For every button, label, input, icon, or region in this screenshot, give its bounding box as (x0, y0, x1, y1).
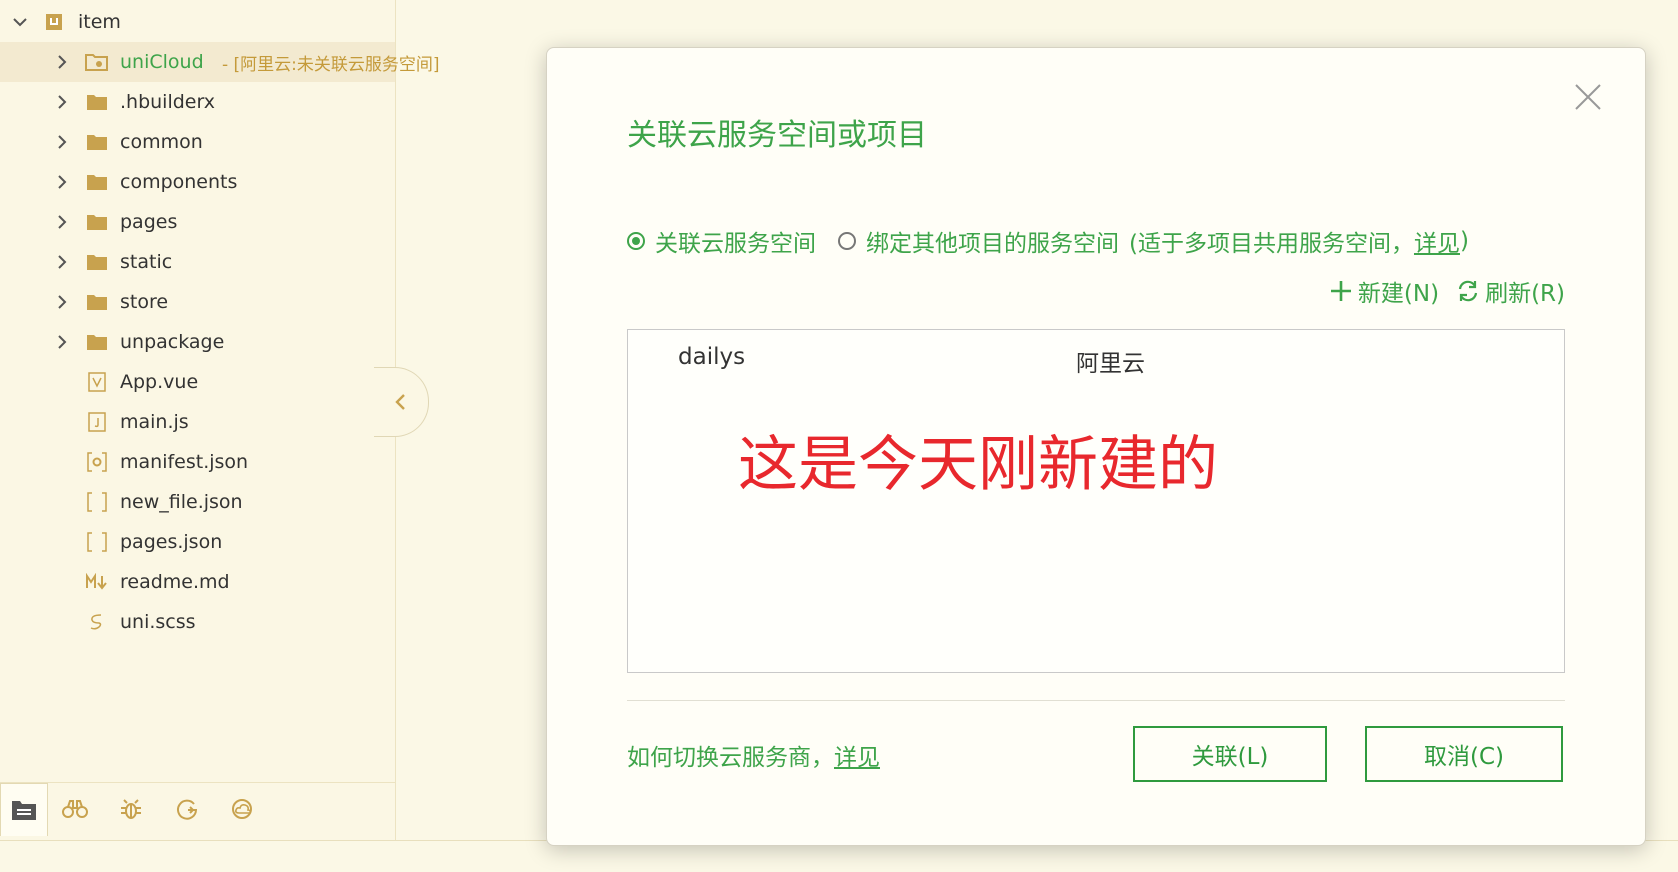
tree-folder-item[interactable]: .hbuilderx (0, 82, 395, 122)
tree-folder-item[interactable]: unpackage (0, 322, 395, 362)
space-name: dailys (678, 344, 746, 370)
chevron-right-icon[interactable] (48, 122, 76, 162)
tree-folder-item[interactable]: store (0, 282, 395, 322)
chevron-right-icon[interactable] (48, 82, 76, 122)
tree-item-label: uniCloud (120, 51, 204, 73)
tree-root-label: item (78, 11, 121, 33)
tree-folder-label: static (120, 251, 173, 273)
sidebar-bottom-toolbar (0, 782, 395, 841)
folder-icon (85, 282, 109, 322)
tree-file-label: readme.md (120, 571, 230, 593)
folder-icon (85, 242, 109, 282)
new-space-button[interactable]: 新建(N) (1330, 274, 1439, 308)
chevron-right-icon[interactable] (48, 242, 76, 282)
project-explorer: item uniCloud - [阿里云:未关联云服务空间] .hbuilder… (0, 0, 440, 841)
switch-provider-details-link[interactable]: 详见 (834, 745, 880, 771)
tree-file-label: uni.scss (120, 611, 196, 633)
tree-folder-label: .hbuilderx (120, 91, 216, 113)
chevron-left-icon (395, 394, 405, 410)
folder-icon (85, 202, 109, 242)
tree-folder-item[interactable]: components (0, 162, 395, 202)
tree-file-label: pages.json (120, 531, 223, 553)
js-file-icon (85, 402, 109, 442)
binoculars-icon[interactable] (52, 783, 98, 835)
bug-icon[interactable] (108, 783, 154, 835)
cloud-icon[interactable] (220, 783, 266, 835)
json-file-icon (85, 482, 109, 522)
tree-file-label: App.vue (120, 371, 199, 393)
radio-hint: (适于多项目共用服务空间， (1129, 231, 1414, 257)
dialog-title: 关联云服务空间或项目 (627, 118, 927, 153)
link-mode-radio-group: 关联云服务空间 绑定其他项目的服务空间 (适于多项目共用服务空间， 详见 ) (627, 224, 1469, 258)
tree-file-item[interactable]: main.js (0, 402, 395, 442)
folder-icon (85, 322, 109, 362)
tree-folder-label: pages (120, 211, 178, 233)
project-manager-icon[interactable] (0, 783, 48, 836)
tree-file-label: manifest.json (120, 451, 249, 473)
plus-icon (1330, 281, 1351, 301)
chevron-down-icon[interactable] (6, 2, 34, 42)
refresh-label: 刷新(R) (1485, 281, 1565, 307)
scss-file-icon (85, 602, 109, 642)
tree-folder-item[interactable]: static (0, 242, 395, 282)
tree-folder-label: unpackage (120, 331, 225, 353)
tree-item-unicloud[interactable]: uniCloud - [阿里云:未关联云服务空间] (0, 42, 440, 82)
refresh-button[interactable]: 刷新(R) (1457, 274, 1565, 308)
vue-file-icon (85, 362, 109, 402)
tree-folder-item[interactable]: common (0, 122, 395, 162)
tree-folder-label: store (120, 291, 169, 313)
chevron-right-icon[interactable] (48, 162, 76, 202)
run-icon[interactable] (164, 783, 210, 835)
tree-file-item[interactable]: pages.json (0, 522, 395, 562)
switch-provider-help-text: 如何切换云服务商， (627, 745, 834, 771)
folder-icon (85, 122, 109, 162)
tree-file-label: main.js (120, 411, 189, 433)
details-link[interactable]: 详见 (1414, 224, 1460, 258)
tree-root-item[interactable]: item (0, 2, 395, 42)
radio-link-space-label[interactable]: 关联云服务空间 (655, 224, 816, 258)
chevron-right-icon[interactable] (48, 322, 76, 362)
markdown-file-icon (85, 562, 109, 602)
cloud-space-list: dailys 阿里云 这是今天刚新建的 (627, 329, 1565, 673)
footer-divider (627, 700, 1565, 701)
folder-icon (85, 162, 109, 202)
sidebar-collapse-toggle[interactable] (374, 367, 429, 437)
tree-file-item[interactable]: manifest.json (0, 442, 395, 482)
tree-folder-item[interactable]: pages (0, 202, 395, 242)
project-icon (42, 2, 66, 42)
tree-item-sublabel: - [阿里云:未关联云服务空间] (222, 54, 440, 75)
close-icon[interactable] (1571, 80, 1605, 114)
list-item[interactable]: dailys 阿里云 (628, 340, 1564, 378)
radio-bind-other-project[interactable] (838, 232, 856, 250)
tree-file-item[interactable]: readme.md (0, 562, 395, 602)
tree-file-item[interactable]: App.vue (0, 362, 395, 402)
new-space-label: 新建(N) (1357, 281, 1440, 307)
radio-link-space[interactable] (627, 232, 645, 250)
link-cloud-space-dialog: 关联云服务空间或项目 关联云服务空间 绑定其他项目的服务空间 (适于多项目共用服… (546, 47, 1646, 846)
manifest-file-icon (85, 442, 109, 482)
chevron-right-icon[interactable] (48, 282, 76, 322)
space-provider: 阿里云 (1076, 351, 1145, 377)
red-annotation-text: 这是今天刚新建的 (738, 430, 1218, 500)
json-file-icon (85, 522, 109, 562)
list-actions: 新建(N) 刷新(R) (1312, 274, 1565, 308)
tree-folder-label: components (120, 171, 238, 193)
tree-file-label: new_file.json (120, 491, 243, 513)
cancel-button[interactable]: 取消(C) (1365, 726, 1563, 782)
refresh-icon (1458, 280, 1478, 302)
tree-folder-label: common (120, 131, 203, 153)
cloud-folder-icon (85, 42, 109, 82)
radio-hint-end: ) (1459, 228, 1469, 254)
tree-file-item[interactable]: uni.scss (0, 602, 395, 642)
folder-icon (85, 82, 109, 122)
link-button[interactable]: 关联(L) (1133, 726, 1327, 782)
chevron-right-icon[interactable] (48, 42, 76, 82)
tree-file-item[interactable]: new_file.json (0, 482, 395, 522)
switch-provider-help: 如何切换云服务商，详见 (627, 738, 880, 772)
radio-bind-other-project-label[interactable]: 绑定其他项目的服务空间 (866, 224, 1119, 258)
chevron-right-icon[interactable] (48, 202, 76, 242)
